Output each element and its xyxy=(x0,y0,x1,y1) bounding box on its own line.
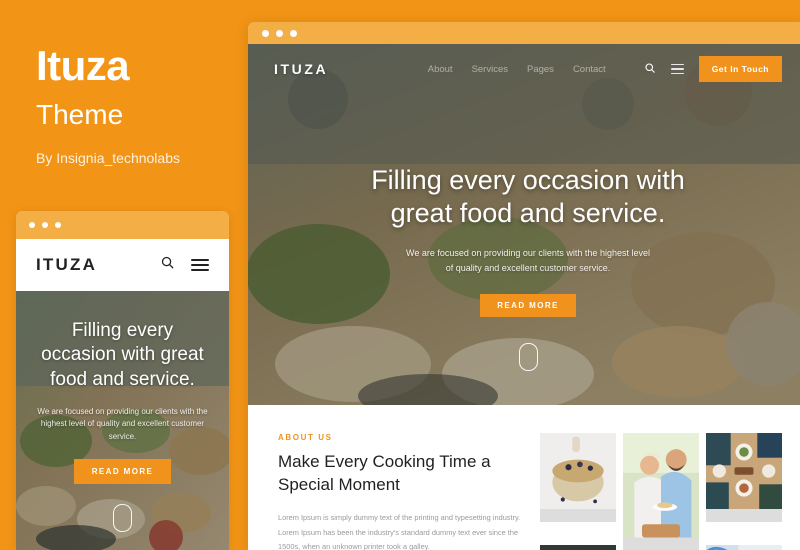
browser-dot-yellow xyxy=(42,222,48,228)
desktop-nav-menu: About Services Pages Contact Get In Touc… xyxy=(428,56,782,82)
desktop-read-more-button[interactable]: READ MORE xyxy=(480,293,576,317)
hamburger-icon[interactable] xyxy=(670,63,684,75)
mobile-hero-heading: Filling every occasion with great food a… xyxy=(41,320,204,390)
gallery-image-two-men[interactable] xyxy=(623,433,699,550)
theme-preview-banner: Ituza Theme By Insignia_technolabs ITUZA xyxy=(0,0,800,550)
mobile-hero-section: Filling every occasion with great food a… xyxy=(16,291,229,550)
desktop-hero-section: Filling every occasion with great food a… xyxy=(248,44,800,405)
gallery-image-table-spread[interactable] xyxy=(706,433,782,522)
desktop-hero-heading-line2: great food and service. xyxy=(390,197,666,228)
about-image-gallery xyxy=(540,433,782,550)
gallery-image-drinks[interactable] xyxy=(706,545,782,550)
theme-author: By Insignia_technolabs xyxy=(36,150,180,166)
gallery-image-cocktail[interactable] xyxy=(540,545,616,550)
browser-dot-yellow xyxy=(276,29,283,37)
theme-label: Theme xyxy=(36,99,124,130)
about-text-column: ABOUT US Make Every Cooking Time a Speci… xyxy=(278,433,526,550)
mobile-site-logo[interactable]: ITUZA xyxy=(36,255,97,275)
browser-dot-green xyxy=(55,222,61,228)
desktop-site-logo[interactable]: ITUZA xyxy=(274,61,328,77)
mobile-read-more-button[interactable]: READ MORE xyxy=(73,459,172,485)
nav-item-pages[interactable]: Pages xyxy=(527,64,554,75)
get-in-touch-button[interactable]: Get In Touch xyxy=(698,56,782,82)
mobile-preview-mockup: ITUZA Filling every occasion with great … xyxy=(16,211,229,550)
desktop-hero-heading-line1: Filling every occasion with xyxy=(371,165,685,195)
about-paragraph: Lorem Ipsum is simply dummy text of the … xyxy=(278,513,521,550)
hamburger-icon[interactable] xyxy=(191,259,209,271)
browser-dot-green xyxy=(290,29,297,37)
mobile-hero-content: Filling every occasion with great food a… xyxy=(16,291,229,533)
desktop-hero-subheading-line2: of quality and excellent customer servic… xyxy=(445,262,611,273)
left-branding-panel: Ituza Theme By Insignia_technolabs ITUZA xyxy=(0,0,248,550)
browser-dot-red xyxy=(262,29,269,37)
brand-block: Ituza Theme By Insignia_technolabs xyxy=(36,42,246,166)
search-icon[interactable] xyxy=(160,255,175,275)
scroll-mouse-icon[interactable] xyxy=(113,504,132,533)
mobile-hero-subheading: We are focused on providing our clients … xyxy=(37,406,208,441)
mobile-browser-chrome-bar xyxy=(16,211,229,239)
scroll-mouse-icon[interactable] xyxy=(518,342,538,371)
desktop-navbar: ITUZA About Services Pages Contact Get I… xyxy=(248,44,800,94)
search-icon[interactable] xyxy=(644,62,656,77)
nav-item-contact[interactable]: Contact xyxy=(573,64,606,75)
desktop-browser-chrome-bar xyxy=(248,22,800,44)
about-section: ABOUT US Make Every Cooking Time a Speci… xyxy=(248,405,800,550)
desktop-hero-subheading-line1: We are focused on providing our clients … xyxy=(406,247,650,258)
about-heading: Make Every Cooking Time a Special Moment xyxy=(278,452,491,494)
nav-item-services[interactable]: Services xyxy=(472,64,508,75)
gallery-image-cake[interactable] xyxy=(540,433,616,522)
mobile-nav-icons xyxy=(160,255,209,275)
desktop-preview-mockup: Filling every occasion with great food a… xyxy=(248,22,800,550)
about-eyebrow-label: ABOUT US xyxy=(278,433,333,442)
browser-dot-red xyxy=(29,222,35,228)
desktop-nav-actions: Get In Touch xyxy=(644,56,782,82)
nav-item-about[interactable]: About xyxy=(428,64,453,75)
theme-name: Ituza xyxy=(36,42,130,89)
mobile-navbar: ITUZA xyxy=(16,239,229,291)
